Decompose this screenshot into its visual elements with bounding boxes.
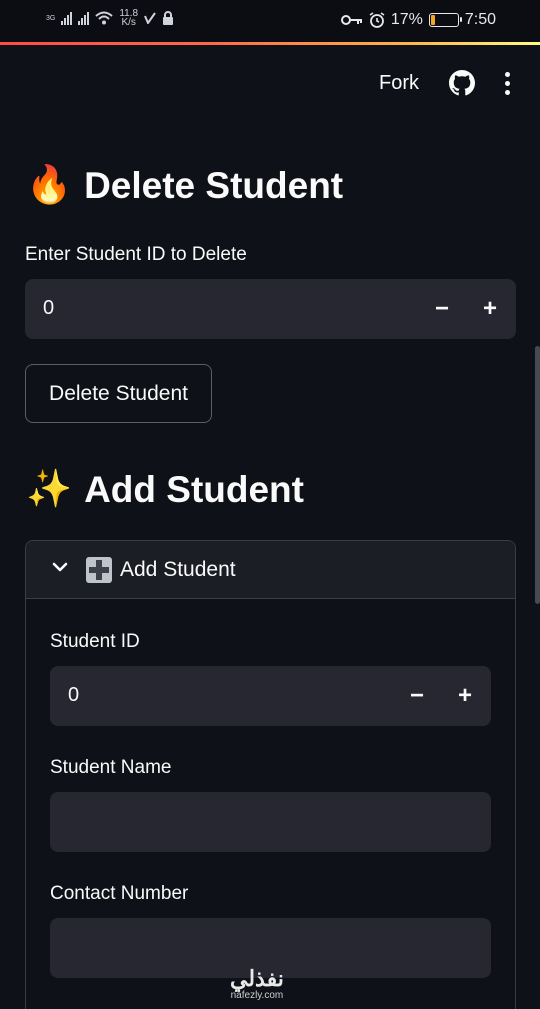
battery-percent: 17%	[390, 11, 423, 28]
expander-title-text: Add Student	[120, 558, 236, 581]
delete-section-title: 🔥 Delete Student	[26, 164, 343, 207]
add-student-expander: Add Student Student ID 0 − + Student Nam…	[25, 540, 516, 1009]
student-id-value[interactable]: 0	[68, 684, 79, 707]
signal-icon	[78, 11, 90, 25]
student-id-label: Student ID	[50, 631, 140, 652]
expander-header[interactable]: Add Student	[26, 541, 515, 599]
status-right: 17% 7:50	[340, 11, 496, 29]
battery-fill	[430, 15, 435, 25]
alarm-icon	[369, 12, 385, 28]
plus-icon	[86, 557, 112, 583]
student-id-number-input[interactable]: 0 − +	[50, 666, 491, 726]
signal-icon	[61, 11, 73, 25]
status-bar: 3G 11.8 K/s 17% 7:50	[0, 0, 540, 42]
delete-id-label: Enter Student ID to Delete	[25, 244, 247, 265]
more-vertical-icon[interactable]	[505, 71, 510, 95]
delete-id-value[interactable]: 0	[43, 297, 54, 320]
increment-button[interactable]: +	[474, 293, 506, 325]
clock: 7:50	[464, 11, 496, 28]
github-icon[interactable]	[449, 70, 475, 96]
chevron-down-icon[interactable]	[50, 557, 70, 577]
fire-icon: 🔥	[26, 164, 73, 205]
sparkles-icon: ✨	[26, 468, 73, 509]
add-section-title: ✨ Add Student	[26, 468, 304, 511]
delete-student-button[interactable]: Delete Student	[25, 364, 212, 423]
header-decoration	[0, 42, 540, 45]
app-toolbar: Fork	[379, 70, 510, 96]
delete-id-number-input[interactable]: 0 − +	[25, 279, 516, 339]
decrement-button[interactable]: −	[401, 680, 433, 712]
expander-title[interactable]: Add Student	[86, 557, 236, 583]
student-name-field[interactable]	[50, 792, 491, 852]
student-name-label: Student Name	[50, 757, 172, 778]
fork-link[interactable]: Fork	[379, 72, 419, 95]
watermark: نفذلي nafezly.com	[230, 966, 284, 1002]
check-icon	[144, 12, 156, 24]
scrollbar[interactable]	[535, 346, 540, 604]
decrement-button[interactable]: −	[426, 293, 458, 325]
delete-title-text: Delete Student	[84, 164, 344, 206]
increment-button[interactable]: +	[449, 680, 481, 712]
status-left: 3G 11.8 K/s	[46, 9, 174, 28]
speed-unit: K/s	[121, 17, 136, 28]
network-speed: 11.8 K/s	[119, 9, 138, 28]
contact-number-label: Contact Number	[50, 883, 189, 904]
wifi-icon	[95, 11, 114, 25]
network-type: 3G	[46, 14, 56, 22]
watermark-latin: nafezly.com	[230, 990, 284, 1001]
lock-icon	[163, 11, 174, 25]
add-title-text: Add Student	[84, 468, 304, 510]
key-icon	[340, 15, 362, 25]
watermark-arabic: نفذلي	[230, 966, 284, 991]
battery-icon	[428, 13, 462, 27]
